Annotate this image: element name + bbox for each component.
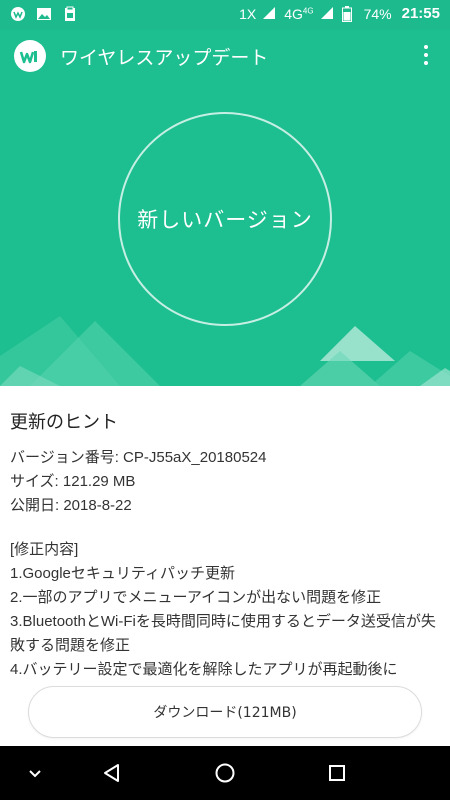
list-item: 3.BluetoothとWi-Fiを長時間同時に使用するとデータ送受信が失敗する… — [10, 613, 436, 654]
hero-section: ワイヤレスアップデート 新しいバージョン — [0, 30, 450, 386]
changelog: [修正内容] 1.Googleセキュリティパッチ更新 2.一部のアプリでメニュー… — [10, 538, 440, 682]
navigation-bar — [0, 746, 450, 800]
clock: 21:55 — [401, 5, 440, 22]
status-bar: 1X 4G4G 74% 21:55 — [0, 0, 450, 30]
battery-percent: 74% — [363, 5, 392, 22]
chevron-down-icon[interactable] — [20, 758, 50, 788]
mountain-decoration — [0, 316, 450, 386]
new-version-label: 新しいバージョン — [137, 208, 313, 232]
app-notification-icon — [10, 6, 26, 22]
update-size: サイズ: 121.29 MB — [10, 473, 136, 490]
list-item: 4.バッテリー設定で最適化を解除したアプリが再起動後に — [10, 661, 398, 678]
download-area: ダウンロード(121MB) — [0, 686, 450, 746]
update-info: バージョン番号: CP-J55aX_20180524 サイズ: 121.29 M… — [10, 446, 440, 518]
version-number: バージョン番号: CP-J55aX_20180524 — [10, 449, 267, 466]
changelog-header: [修正内容] — [10, 541, 79, 558]
list-item: 1.Googleセキュリティパッチ更新 — [10, 565, 235, 582]
signal-icon — [262, 6, 278, 22]
app-title: ワイヤレスアップデート — [60, 47, 269, 69]
tips-title: 更新のヒント — [10, 412, 118, 433]
app-bar: ワイヤレスアップデート — [0, 30, 450, 80]
download-button[interactable]: ダウンロード(121MB) — [28, 686, 422, 738]
clipboard-icon — [62, 6, 78, 22]
recents-icon[interactable] — [322, 758, 352, 788]
back-icon[interactable] — [97, 758, 127, 788]
battery-icon — [341, 5, 358, 22]
cell-signal-icon — [320, 6, 336, 22]
new-version-circle[interactable]: 新しいバージョン — [118, 112, 332, 326]
image-icon — [36, 6, 52, 22]
signal-label: 1X — [239, 5, 257, 22]
update-details: 更新のヒント バージョン番号: CP-J55aX_20180524 サイズ: 1… — [0, 386, 450, 686]
list-item: 2.一部のアプリでメニューアイコンが出ない問題を修正 — [10, 589, 382, 606]
release-date: 公開日: 2018-8-22 — [10, 497, 132, 514]
home-icon[interactable] — [210, 758, 240, 788]
network-label: 4G4G — [284, 5, 314, 22]
more-options-icon[interactable] — [420, 42, 432, 68]
app-logo-icon — [14, 40, 46, 72]
